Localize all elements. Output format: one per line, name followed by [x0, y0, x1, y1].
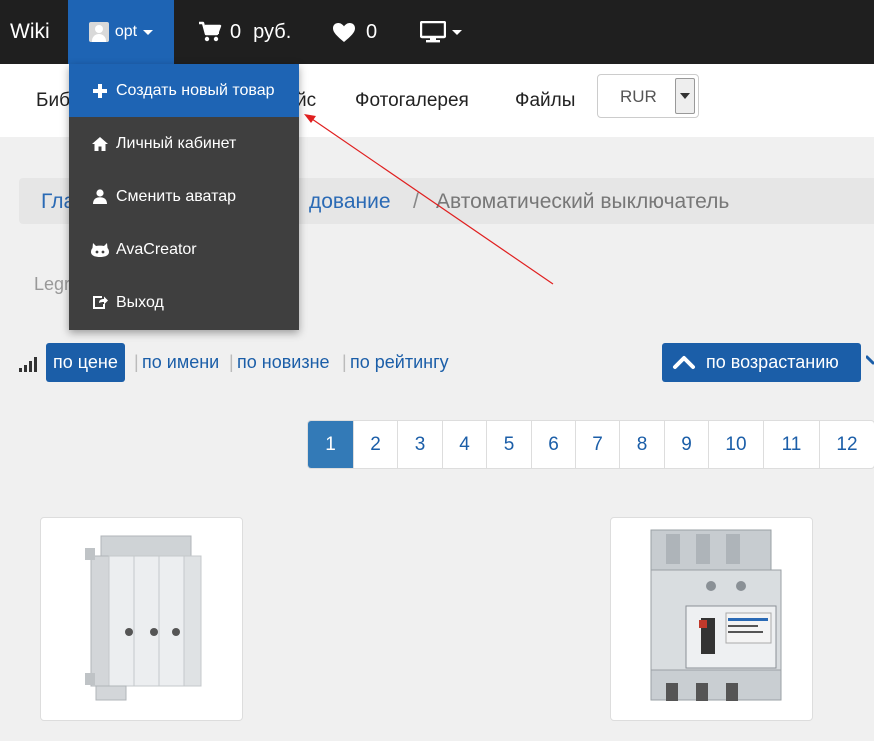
sort-separator: |	[229, 352, 234, 372]
sort-order-button[interactable]: по возрастанию	[662, 343, 861, 382]
page-6[interactable]: 6	[531, 421, 575, 468]
cart-icon	[199, 21, 222, 42]
breadcrumb-category[interactable]: дование	[309, 190, 391, 214]
cart-link[interactable]: 0 руб.	[198, 0, 291, 64]
github-icon	[91, 242, 109, 257]
menu-item-label: AvaCreator	[116, 240, 197, 258]
heart-icon	[333, 22, 355, 42]
menu-item-avacreator[interactable]: AvaCreator	[69, 223, 299, 276]
cart-currency: руб.	[253, 20, 292, 43]
sort-by-name-link[interactable]: по имени	[142, 352, 219, 373]
sort-separator: |	[342, 352, 347, 372]
page-11[interactable]: 11	[763, 421, 819, 468]
sort-order-label: по возрастанию	[706, 352, 839, 372]
sort-separator: |	[134, 352, 139, 372]
nav-link-files[interactable]: Файлы	[515, 90, 575, 112]
page-9[interactable]: 9	[664, 421, 708, 468]
caret-down-icon	[143, 29, 154, 35]
exit-icon	[91, 295, 109, 310]
page-5[interactable]: 5	[486, 421, 531, 468]
cart-count: 0	[230, 20, 242, 43]
page-12[interactable]: 12	[819, 421, 874, 468]
product-image	[85, 535, 202, 701]
page-4[interactable]: 4	[442, 421, 486, 468]
nav-link-gallery[interactable]: Фотогалерея	[355, 90, 469, 112]
menu-item-logout[interactable]: Выход	[69, 276, 299, 329]
menu-item-change-avatar[interactable]: Сменить аватар	[69, 170, 299, 223]
breadcrumb-separator: /	[413, 190, 419, 213]
product-card[interactable]	[610, 517, 813, 721]
product-card[interactable]	[40, 517, 243, 721]
page-10[interactable]: 10	[708, 421, 763, 468]
menu-item-label: Выход	[116, 293, 164, 311]
top-navbar: Wiki opt 0 руб. 0	[0, 0, 874, 64]
username: opt	[114, 23, 138, 40]
menu-item-account[interactable]: Личный кабинет	[69, 117, 299, 170]
caret-down-icon	[452, 29, 462, 35]
favorites-count: 0	[366, 20, 378, 43]
page-8[interactable]: 8	[619, 421, 664, 468]
brand-link[interactable]: Wiki	[10, 0, 50, 64]
chevron-down-icon[interactable]	[675, 78, 695, 114]
chevron-down-icon[interactable]	[866, 355, 874, 367]
home-icon	[91, 136, 109, 151]
nav-link-partial[interactable]: йс	[296, 90, 316, 112]
breadcrumb-current: Автоматический выключатель	[436, 190, 730, 213]
currency-select[interactable]: RUR	[597, 74, 699, 118]
avatar	[88, 22, 109, 42]
page-3[interactable]: 3	[397, 421, 442, 468]
user-dropdown-menu: Создать новый товар Личный кабинет Смени…	[69, 64, 299, 330]
display-menu-toggle[interactable]	[420, 0, 462, 64]
sort-by-newness-link[interactable]: по новизне	[237, 352, 330, 373]
sort-by-rating-link[interactable]: по рейтингу	[350, 352, 449, 373]
page-7[interactable]: 7	[575, 421, 619, 468]
currency-value: RUR	[620, 87, 657, 106]
sort-by-price-button[interactable]: по цене	[46, 343, 125, 382]
menu-item-label: Сменить аватар	[116, 187, 237, 205]
monitor-icon	[420, 21, 446, 43]
pagination: 1 2 3 4 5 6 7 8 9 10 11 12	[307, 420, 874, 469]
user-menu-toggle[interactable]: opt	[68, 0, 174, 64]
page-1[interactable]: 1	[308, 421, 353, 468]
plus-icon	[91, 83, 109, 98]
signal-bars-icon	[19, 357, 37, 372]
favorites-link[interactable]: 0	[332, 0, 377, 64]
nav-link-library[interactable]: Биб	[36, 90, 70, 112]
menu-item-create-product[interactable]: Создать новый товар	[69, 64, 299, 117]
page-2[interactable]: 2	[353, 421, 397, 468]
menu-item-label: Личный кабинет	[116, 134, 237, 152]
brand-filter-label[interactable]: Legr	[34, 274, 70, 295]
chevron-up-icon	[673, 356, 695, 369]
product-image	[650, 529, 782, 701]
menu-item-label: Создать новый товар	[116, 81, 275, 99]
user-icon	[91, 189, 109, 204]
